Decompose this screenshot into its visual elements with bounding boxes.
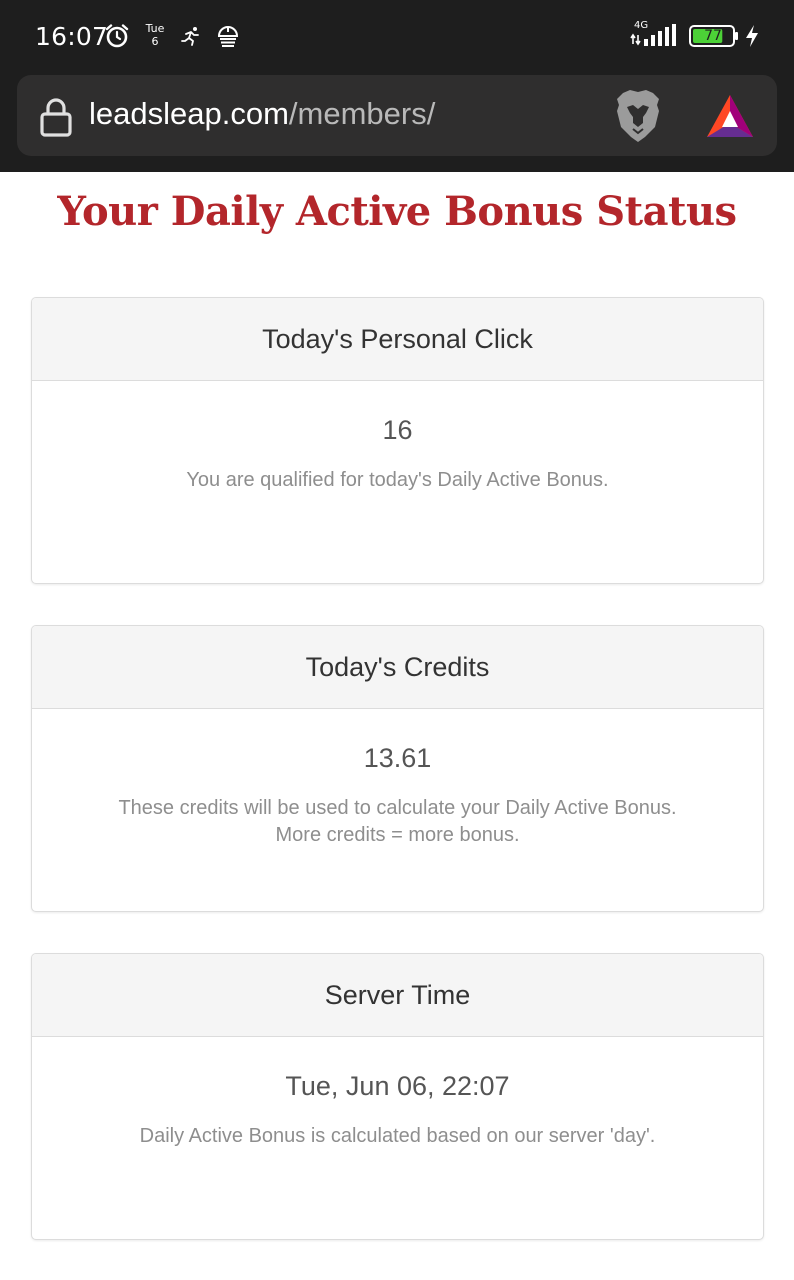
status-date: Tue 6	[145, 22, 165, 48]
status-day-label: Tue	[145, 22, 165, 35]
brave-lion-icon[interactable]	[615, 89, 661, 143]
server-time-panel: Server Time Tue, Jun 06, 22:07 Daily Act…	[31, 953, 764, 1240]
panel-note: Daily Active Bonus is calculated based o…	[32, 1123, 763, 1150]
panel-note-line: More credits = more bonus.	[275, 824, 520, 846]
personal-click-panel: Today's Personal Click 16 You are qualif…	[31, 297, 764, 584]
panel-heading: Today's Personal Click	[32, 298, 763, 381]
personal-click-value: 16	[382, 415, 413, 445]
panel-note-line: Daily Active Bonus is calculated based o…	[139, 1125, 656, 1147]
server-time-value: Tue, Jun 06, 22:07	[285, 1071, 510, 1101]
bat-triangle-icon[interactable]	[705, 93, 755, 139]
lock-icon[interactable]	[39, 97, 73, 137]
panel-heading: Today's Credits	[32, 626, 763, 709]
url-path: /members/	[288, 96, 436, 131]
panel-heading: Server Time	[32, 954, 763, 1037]
battery-percent: 77	[704, 28, 722, 44]
status-time: 16:07	[35, 22, 109, 51]
signal-icon	[630, 24, 676, 46]
panel-note: You are qualified for today's Daily Acti…	[32, 467, 763, 494]
panel-note-line: These credits will be used to calculate …	[118, 797, 677, 819]
credits-panel: Today's Credits 13.61 These credits will…	[31, 625, 764, 912]
page-title: Your Daily Active Bonus Status	[57, 188, 737, 235]
url-text[interactable]: leadsleap.com/members/	[89, 96, 435, 132]
panel-note-line: You are qualified for today's Daily Acti…	[186, 469, 609, 491]
address-bar[interactable]: leadsleap.com/members/	[17, 75, 777, 156]
runner-icon	[181, 27, 199, 46]
charging-bolt-icon	[746, 25, 758, 47]
alarm-icon	[105, 24, 129, 48]
url-domain: leadsleap.com	[89, 96, 289, 131]
panel-note: These credits will be used to calculate …	[32, 795, 763, 849]
status-date-label: 6	[151, 35, 159, 48]
satellite-dish-icon	[217, 26, 239, 47]
credits-value: 13.61	[363, 743, 432, 773]
status-bar: 16:07 Tue 6 4G 77	[0, 0, 794, 72]
browser-toolbar: leadsleap.com/members/	[0, 72, 794, 172]
